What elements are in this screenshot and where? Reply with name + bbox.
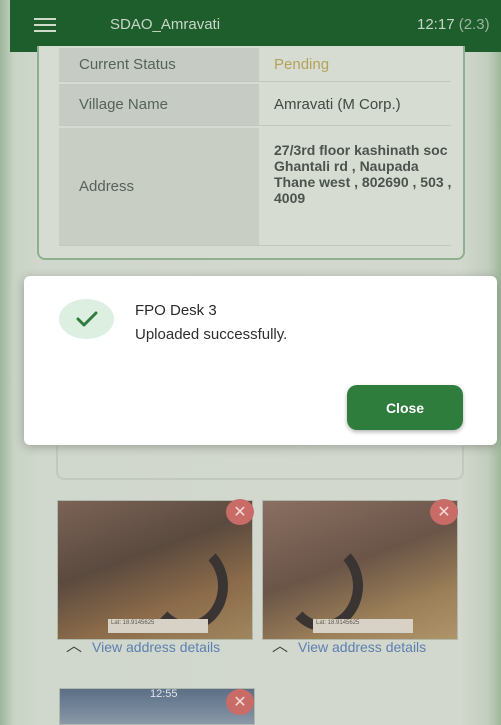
hamburger-icon[interactable] [34,18,56,32]
close-icon: ✕ [233,504,247,521]
village-value: Amravati (M Corp.) [274,96,401,113]
detail-row-address: Address 27/3rd floor kashinath soc Ghant… [59,128,451,246]
detail-label: Current Status [59,48,259,81]
dialog-title: FPO Desk 3 [135,302,217,319]
check-icon [76,311,97,327]
view-address-label: View address details [298,639,427,655]
secondary-card [56,446,464,480]
close-icon: ✕ [233,694,247,711]
time-text: 12:17 [417,16,455,33]
detail-label: Village Name [59,84,259,125]
app-bar: SDAO_Amravati 12:17 (2.3) [10,0,501,52]
chevron-up-icon: ︿ [66,638,83,655]
dialog-message: Uploaded successfully. [135,326,288,343]
success-dialog: FPO Desk 3 Uploaded successfully. Close [24,276,497,445]
delete-photo-button[interactable]: ✕ [430,499,458,525]
close-icon: ✕ [437,504,451,521]
photo-thumbnail[interactable]: Lat: 18.9145625 [262,500,458,640]
details-card: Current Status Pending Village Name Amra… [37,46,465,260]
app-title: SDAO_Amravati [110,16,221,33]
photo-content [148,541,228,631]
close-button[interactable]: Close [347,385,463,430]
photo-thumbnail[interactable]: Lat: 18.9145625 [57,500,253,640]
detail-row-village: Village Name Amravati (M Corp.) [59,84,451,126]
view-address-link[interactable]: ︿ View address details [272,638,462,655]
delete-photo-button[interactable]: ✕ [226,689,254,715]
photo-geo-stamp: Lat: 18.9145625 [108,619,208,633]
view-address-link[interactable]: ︿ View address details [66,638,256,655]
delete-photo-button[interactable]: ✕ [226,499,254,525]
detail-row-status: Current Status Pending [59,48,451,82]
status-value: Pending [274,56,330,73]
detail-label: Address [59,128,259,245]
view-address-label: View address details [92,639,221,655]
photo-geo-stamp: Lat: 18.9145625 [313,619,413,633]
photo-content [283,541,363,631]
photo-timestamp: 12:55 [150,688,178,700]
address-value: 27/3rd floor kashinath soc Ghantali rd ,… [274,142,452,206]
success-badge [59,299,114,339]
version-text: (2.3) [458,16,490,33]
status-time: 12:17 (2.3) [417,16,490,33]
chevron-up-icon: ︿ [272,638,289,655]
